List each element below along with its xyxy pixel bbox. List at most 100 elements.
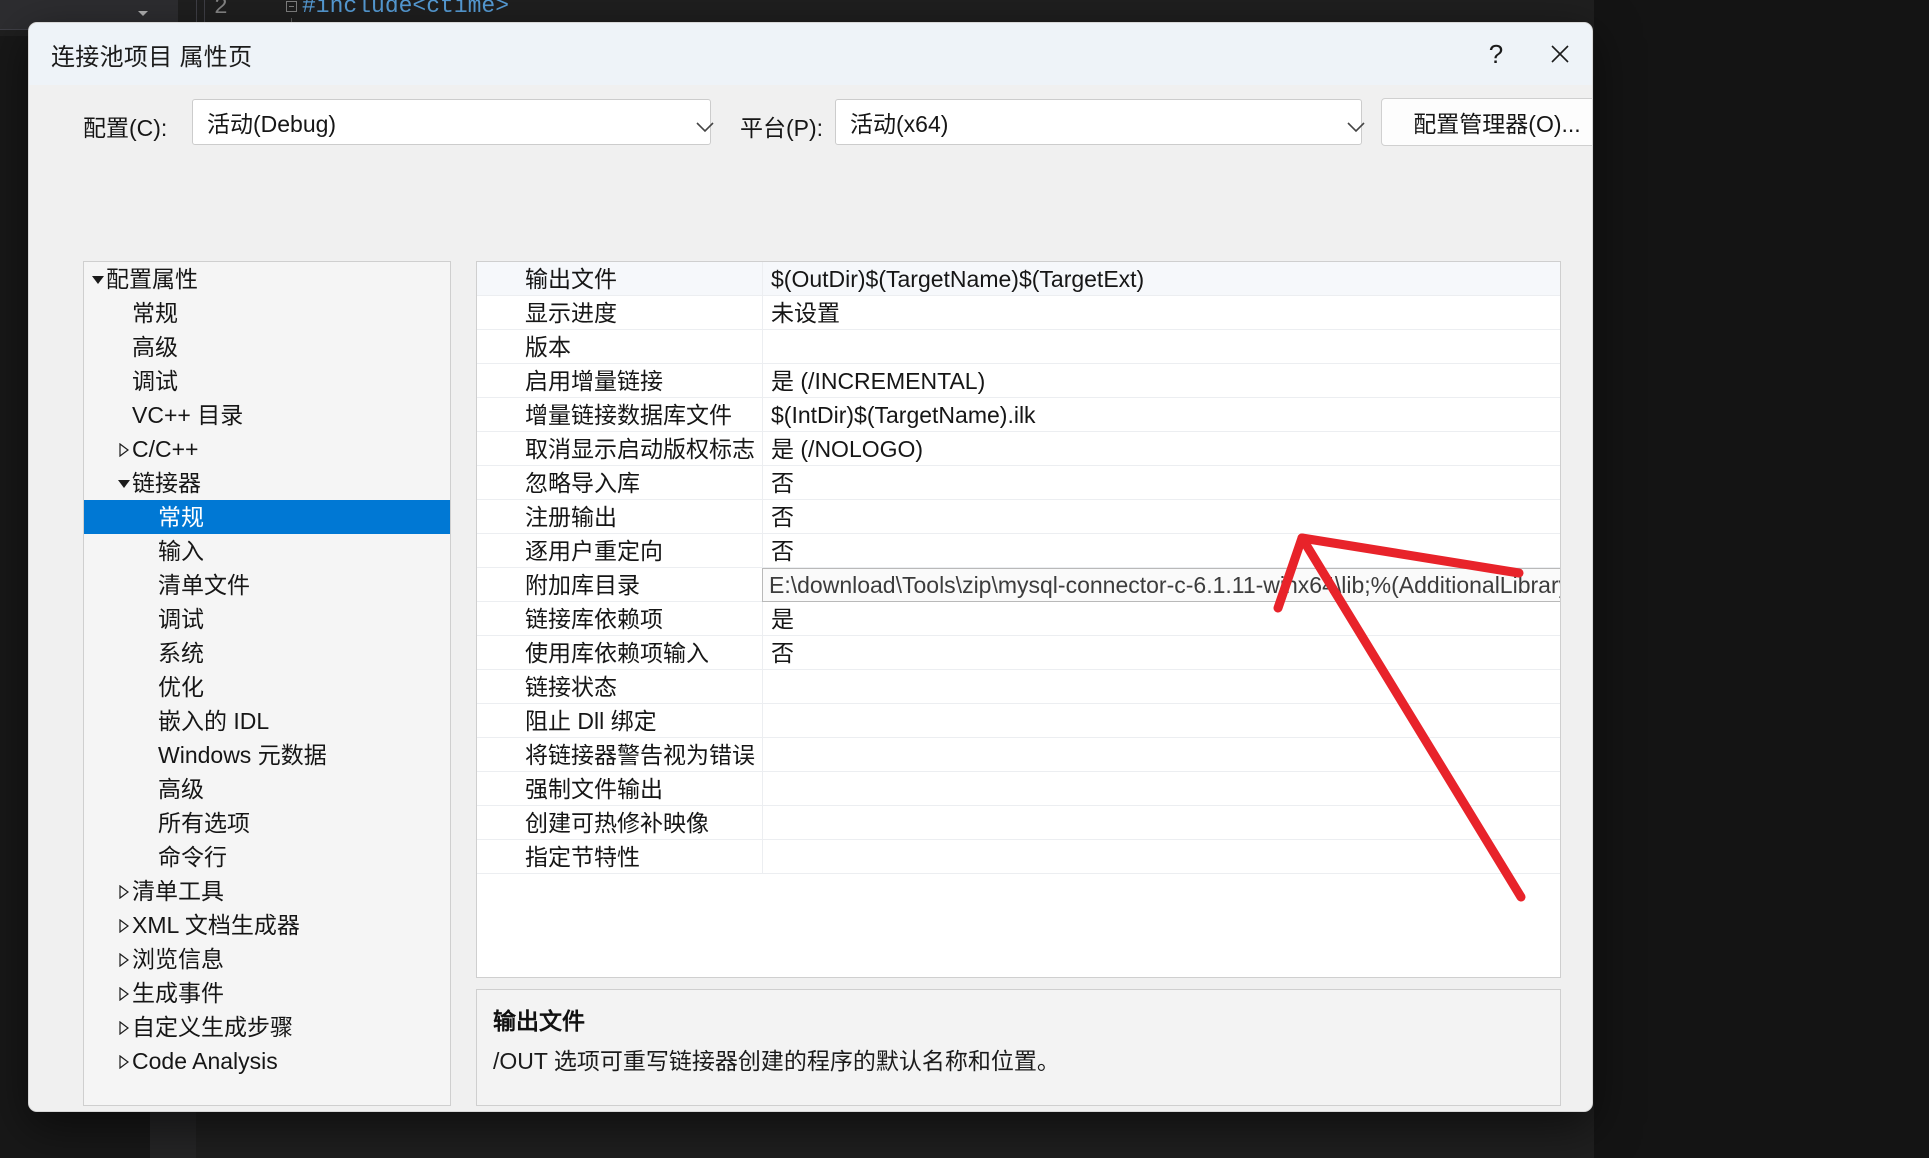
platform-select[interactable]: 活动(x64)	[835, 99, 1365, 145]
tree-item-label: XML 文档生成器	[132, 912, 300, 938]
property-row[interactable]: 取消显示启动版权标志是 (/NOLOGO)	[477, 432, 1560, 466]
tree-item[interactable]: 生成事件	[84, 976, 450, 1010]
vs-right-dark-area	[1594, 0, 1929, 1158]
property-name: 附加库目录	[525, 572, 640, 598]
tree-item[interactable]: 浏览信息	[84, 942, 450, 976]
tree-item[interactable]: 链接器	[84, 466, 450, 500]
property-name: 增量链接数据库文件	[525, 402, 732, 428]
twisty-expanded-icon[interactable]	[112, 466, 134, 500]
additional-library-directories-input[interactable]: E:\download\Tools\zip\mysql-connector-c-…	[762, 568, 1560, 602]
dialog-titlebar: 连接池项目 属性页 ?	[29, 23, 1592, 85]
property-row[interactable]: 将链接器警告视为错误	[477, 738, 1560, 772]
twisty-collapsed-icon[interactable]	[112, 874, 134, 908]
property-row[interactable]: 链接状态	[477, 670, 1560, 704]
tree-item-label: 清单文件	[158, 572, 250, 598]
twisty-collapsed-icon[interactable]	[112, 1044, 134, 1078]
description-title: 输出文件	[493, 1008, 585, 1034]
property-row[interactable]: 忽略导入库 否	[477, 466, 1560, 500]
tree-item-label: 调试	[132, 368, 178, 394]
property-name: 逐用户重定向	[525, 538, 663, 564]
tree-item[interactable]: Code Analysis	[84, 1044, 450, 1078]
tree-item[interactable]: 优化	[84, 670, 450, 704]
tree-item-label: 命令行	[158, 844, 227, 870]
property-name: 显示进度	[525, 300, 617, 326]
configuration-select[interactable]: 活动(Debug)	[192, 99, 714, 145]
twisty-collapsed-icon[interactable]	[112, 432, 134, 466]
tree-item[interactable]: 清单文件	[84, 568, 450, 602]
property-name: 忽略导入库	[525, 470, 640, 496]
tree-item[interactable]: 配置属性	[84, 262, 450, 296]
property-row[interactable]: 增量链接数据库文件 $(IntDir)$(TargetName).ilk	[477, 398, 1560, 432]
twisty-collapsed-icon[interactable]	[112, 976, 134, 1010]
property-row[interactable]: 附加库目录 E:\download\Tools\zip\mysql-connect…	[477, 568, 1560, 602]
property-value[interactable]: 否	[762, 534, 1560, 567]
tree-item[interactable]: 调试	[84, 602, 450, 636]
property-value[interactable]	[762, 840, 1560, 873]
tree-item[interactable]: 所有选项	[84, 806, 450, 840]
property-row[interactable]: 版本	[477, 330, 1560, 364]
tree-item[interactable]: 常规	[84, 500, 450, 534]
tree-item[interactable]: 调试	[84, 364, 450, 398]
tree-item[interactable]: C/C++	[84, 432, 450, 466]
tree-item[interactable]: 系统	[84, 636, 450, 670]
property-row[interactable]: 强制文件输出	[477, 772, 1560, 806]
property-value[interactable]	[762, 704, 1560, 737]
platform-label: 平台(P):	[740, 115, 824, 141]
twisty-expanded-icon[interactable]	[86, 262, 108, 296]
tree-item[interactable]: 输入	[84, 534, 450, 568]
property-name: 阻止 Dll 绑定	[525, 708, 657, 734]
tree-item[interactable]: 嵌入的 IDL	[84, 704, 450, 738]
code-line-text-2: #include<ctime>	[302, 0, 510, 19]
tree-item-label: VC++ 目录	[132, 402, 244, 428]
property-row[interactable]: 注册输出 否	[477, 500, 1560, 534]
twisty-collapsed-icon[interactable]	[112, 942, 134, 976]
property-value[interactable]: 是 (/NOLOGO)	[762, 432, 1560, 465]
property-value[interactable]	[762, 772, 1560, 805]
tree-item-label: Windows 元数据	[158, 742, 327, 768]
configuration-tree[interactable]: 配置属性 常规 高级 调试 VC++ 目录 C/C++ 链接器 常规 输入 清单文件 调试 系统 优化嵌…	[83, 261, 451, 1106]
property-row[interactable]: 链接库依赖项 是	[477, 602, 1560, 636]
property-value[interactable]: 否	[762, 466, 1560, 499]
property-name: 注册输出	[525, 504, 617, 530]
property-grid[interactable]: 输出文件 $(OutDir)$(TargetName)$(TargetExt) 显示…	[476, 261, 1561, 978]
property-value[interactable]: 未设置	[762, 296, 1560, 329]
close-button[interactable]	[1528, 23, 1592, 85]
property-value[interactable]: 否	[762, 636, 1560, 669]
property-row[interactable]: 启用增量链接 是 (/INCREMENTAL)	[477, 364, 1560, 398]
property-value[interactable]: 否	[762, 500, 1560, 533]
property-name: 链接库依赖项	[525, 606, 663, 632]
configuration-manager-button[interactable]: 配置管理器(O)...	[1381, 98, 1592, 146]
property-value[interactable]	[762, 738, 1560, 771]
tree-item[interactable]: 常规	[84, 296, 450, 330]
close-icon	[1551, 45, 1569, 63]
twisty-collapsed-icon[interactable]	[112, 1010, 134, 1044]
property-value[interactable]	[762, 330, 1560, 363]
tree-item[interactable]: 命令行	[84, 840, 450, 874]
tree-item-label: 高级	[158, 776, 204, 802]
property-value[interactable]: $(OutDir)$(TargetName)$(TargetExt)	[762, 262, 1560, 295]
property-row[interactable]: 显示进度 未设置	[477, 296, 1560, 330]
tree-item[interactable]: 高级	[84, 330, 450, 364]
tree-item-label: 嵌入的 IDL	[158, 708, 270, 734]
property-value[interactable]: $(IntDir)$(TargetName).ilk	[762, 398, 1560, 431]
tree-item[interactable]: 清单工具	[84, 874, 450, 908]
property-value[interactable]	[762, 670, 1560, 703]
tree-item[interactable]: Windows 元数据	[84, 738, 450, 772]
platform-value: 活动(x64)	[850, 111, 949, 137]
property-value[interactable]: 是 (/INCREMENTAL)	[762, 364, 1560, 397]
twisty-collapsed-icon[interactable]	[112, 908, 134, 942]
property-row[interactable]: 使用库依赖项输入 否	[477, 636, 1560, 670]
property-row[interactable]: 逐用户重定向 否	[477, 534, 1560, 568]
property-row[interactable]: 创建可热修补映像	[477, 806, 1560, 840]
tree-item[interactable]: VC++ 目录	[84, 398, 450, 432]
property-value[interactable]: 是	[762, 602, 1560, 635]
property-row[interactable]: 指定节特性	[477, 840, 1560, 874]
property-row[interactable]: 输出文件 $(OutDir)$(TargetName)$(TargetExt)	[477, 262, 1560, 296]
tree-item[interactable]: XML 文档生成器	[84, 908, 450, 942]
property-value[interactable]	[762, 806, 1560, 839]
property-row[interactable]: 阻止 Dll 绑定	[477, 704, 1560, 738]
collapse-box-icon[interactable]	[286, 1, 297, 12]
help-button[interactable]: ?	[1464, 23, 1528, 85]
tree-item[interactable]: 自定义生成步骤	[84, 1010, 450, 1044]
tree-item[interactable]: 高级	[84, 772, 450, 806]
